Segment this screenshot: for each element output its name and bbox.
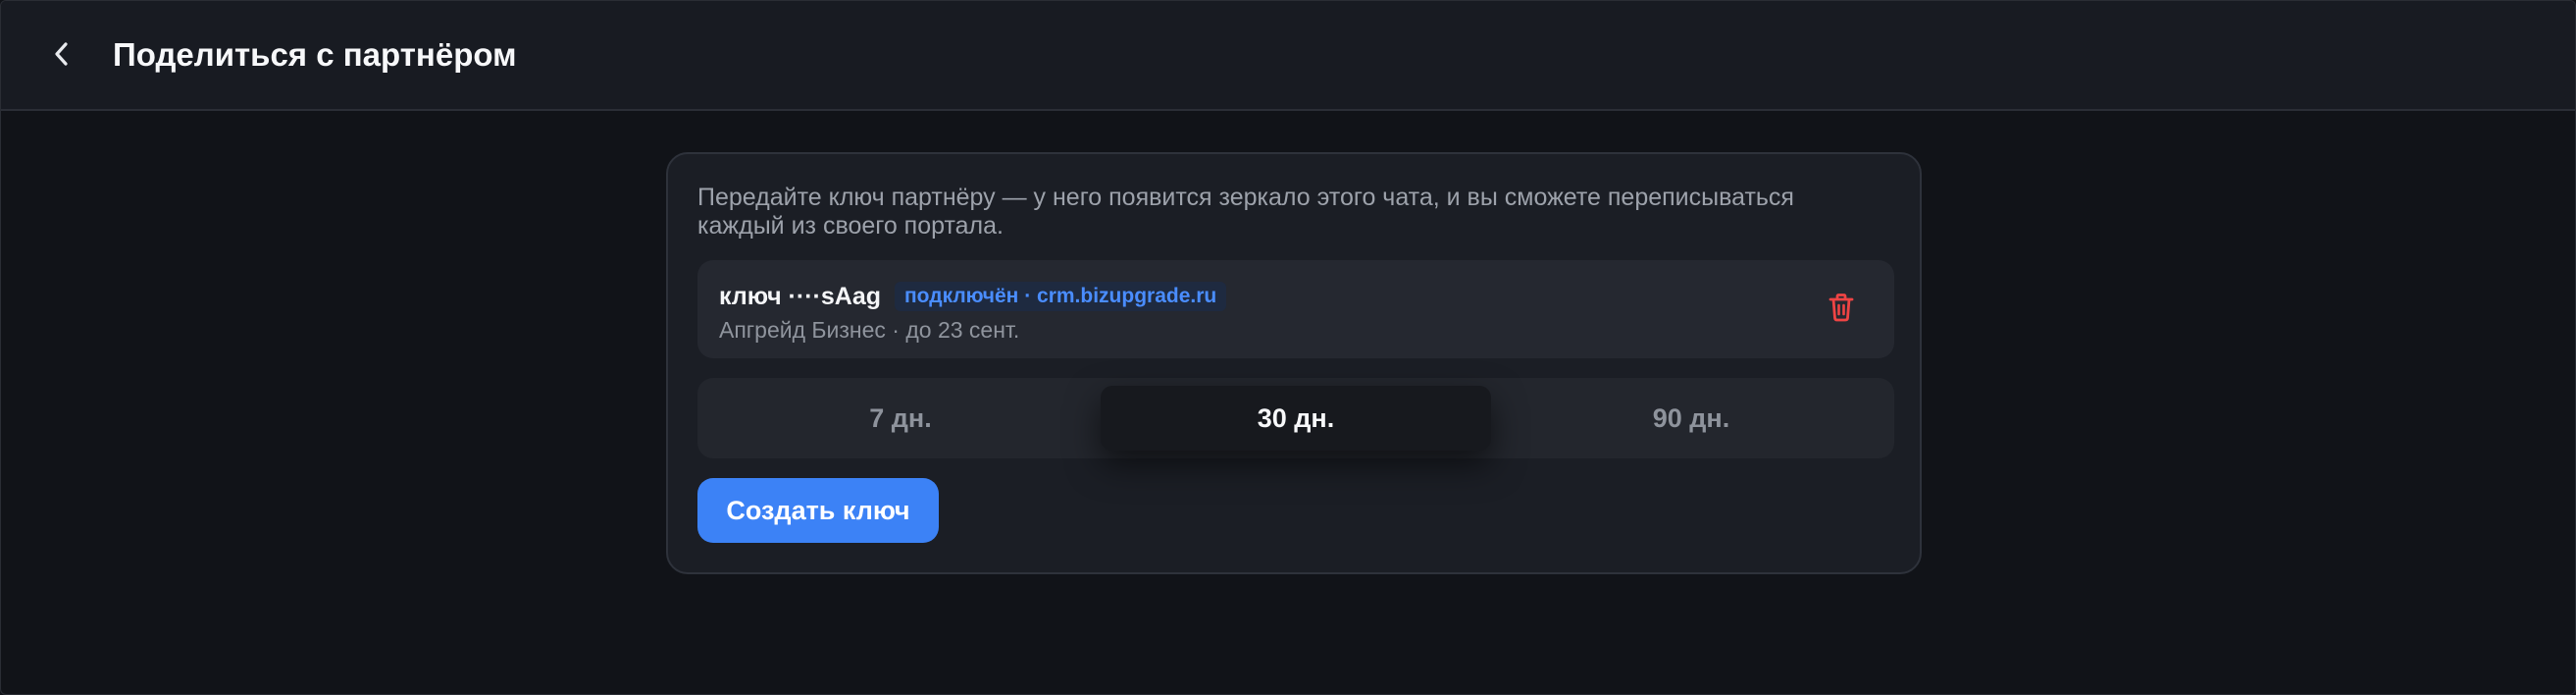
duration-30-days[interactable]: 30 дн.: [1101, 386, 1491, 451]
delete-key-button[interactable]: [1822, 290, 1861, 329]
app-window: Поделиться с партнёром Передайте ключ па…: [0, 0, 2576, 695]
chevron-left-icon: [52, 40, 72, 73]
duration-7-days[interactable]: 7 дн.: [705, 386, 1096, 451]
share-description: Передайте ключ партнёру — у него появитс…: [697, 184, 1794, 240]
connection-status-badge: подключён · crm.bizupgrade.ru: [895, 282, 1227, 311]
duration-90-days[interactable]: 90 дн.: [1496, 386, 1886, 451]
page-title: Поделиться с партнёром: [113, 36, 517, 73]
key-meta: Апгрейд Бизнес · до 23 сент.: [719, 317, 1020, 343]
duration-selector: 7 дн. 30 дн. 90 дн.: [697, 378, 1894, 458]
key-label: ключ ····sAag: [719, 282, 881, 310]
top-bar: Поделиться с партнёром: [1, 1, 2575, 111]
key-title-line: ключ ····sAag подключён · crm.bizupgrade…: [719, 282, 1227, 311]
trash-icon: [1827, 292, 1856, 328]
create-key-button[interactable]: Создать ключ: [697, 478, 939, 543]
key-item: ключ ····sAag подключён · crm.bizupgrade…: [697, 260, 1894, 358]
share-card: Передайте ключ партнёру — у него появитс…: [666, 152, 1922, 574]
back-button[interactable]: [40, 32, 83, 80]
